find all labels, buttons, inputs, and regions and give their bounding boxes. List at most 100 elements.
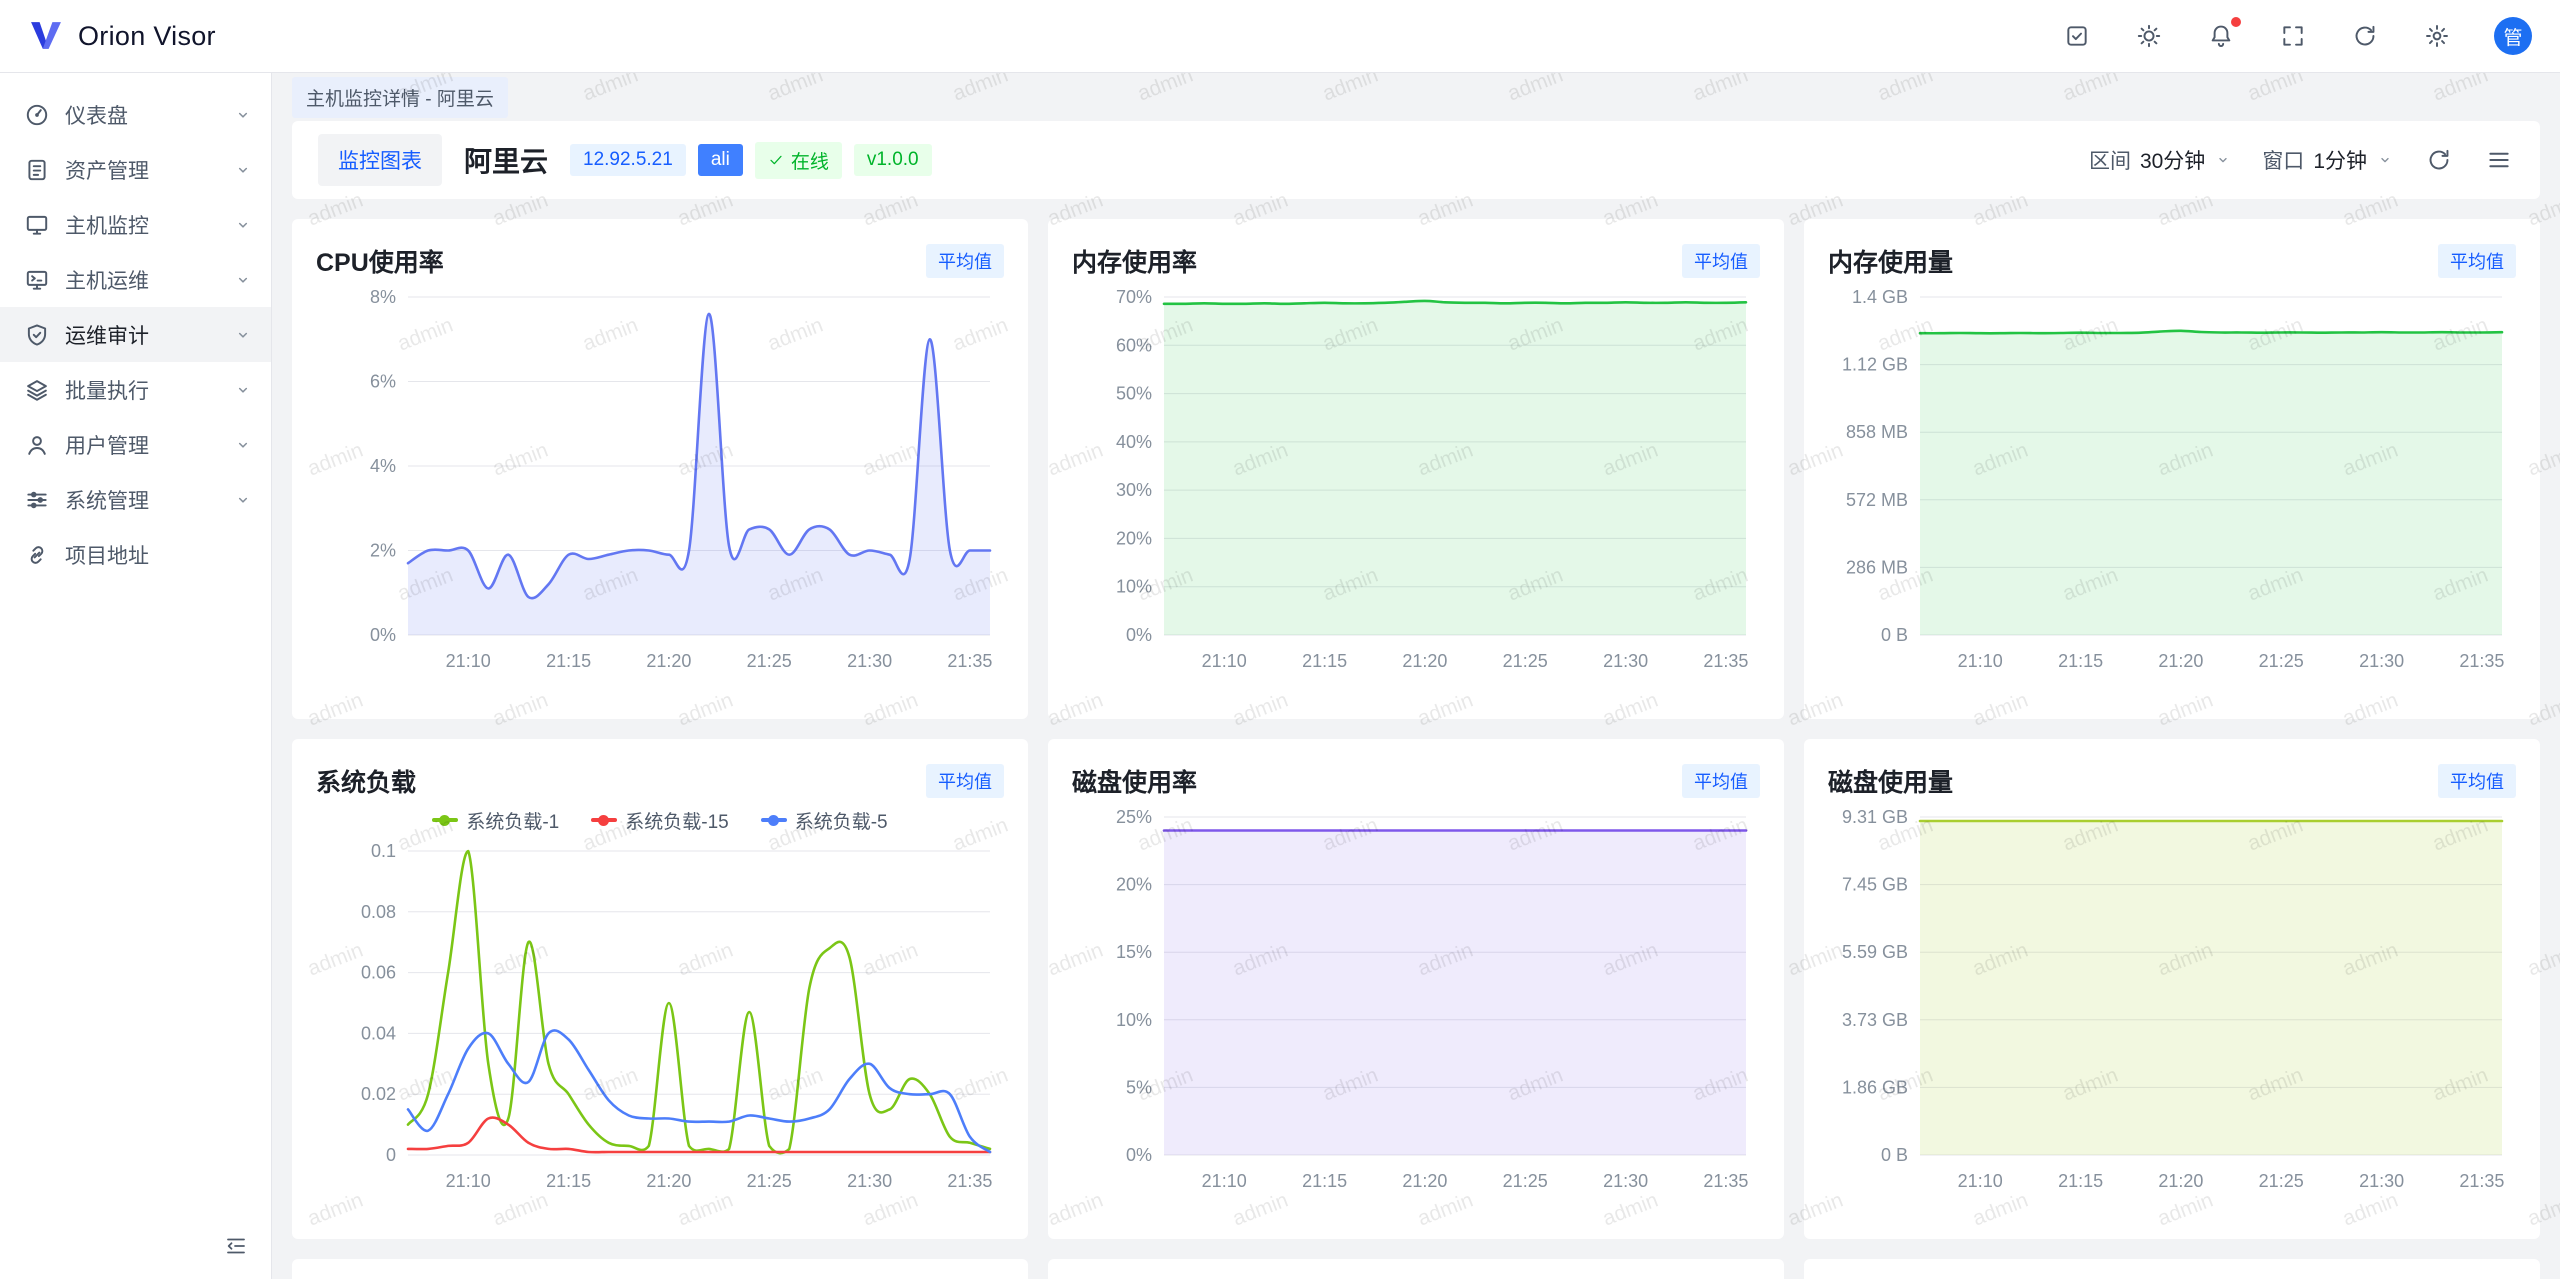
- legend-item[interactable]: 系统负载-1: [432, 807, 559, 834]
- memory-percent-chart: 0%10%20%30%40%50%60%70%21:1021:1521:2021…: [1072, 283, 1760, 675]
- svg-text:0 B: 0 B: [1881, 1145, 1908, 1165]
- chevron-down-icon: [233, 215, 253, 235]
- breadcrumb-item[interactable]: 主机监控详情 - 阿里云: [292, 77, 508, 118]
- system-load-legend: 系统负载-1 系统负载-15 系统负载-5: [316, 803, 1004, 837]
- disk-amount-chart: 0 B1.86 GB3.73 GB5.59 GB7.45 GB9.31 GB21…: [1828, 803, 2516, 1195]
- sidebar-item-dashboard[interactable]: 仪表盘: [0, 87, 271, 142]
- svg-text:21:10: 21:10: [446, 1171, 491, 1191]
- svg-text:858 MB: 858 MB: [1846, 422, 1908, 442]
- topbar-actions: 管: [2062, 17, 2532, 55]
- chart-card-system-load: 系统负载 平均值 系统负载-1系统负载-15系统负载-5 00.020.040.…: [292, 739, 1028, 1239]
- svg-text:8%: 8%: [370, 287, 396, 307]
- svg-text:21:25: 21:25: [747, 1171, 792, 1191]
- svg-text:25%: 25%: [1116, 807, 1152, 827]
- avg-badge: 平均值: [1682, 764, 1760, 798]
- interval-select[interactable]: 区间 30分钟: [2089, 145, 2232, 175]
- user-icon: [24, 432, 50, 458]
- main-content: adminadminadminadminadminadminadminadmin…: [272, 73, 2560, 1279]
- svg-text:21:35: 21:35: [947, 1171, 992, 1191]
- fullscreen-icon[interactable]: [2278, 21, 2308, 51]
- user-avatar[interactable]: 管: [2494, 17, 2532, 55]
- svg-text:60%: 60%: [1116, 335, 1152, 355]
- settings-gear-icon[interactable]: [2422, 21, 2452, 51]
- svg-text:21:35: 21:35: [947, 651, 992, 671]
- svg-text:21:30: 21:30: [2359, 651, 2404, 671]
- svg-text:21:10: 21:10: [1958, 651, 2003, 671]
- window-value: 1分钟: [2313, 145, 2367, 175]
- menu-fold-icon[interactable]: [221, 1231, 251, 1261]
- svg-text:0.08: 0.08: [361, 902, 396, 922]
- chevron-down-icon: [2214, 151, 2232, 169]
- chart-config-icon[interactable]: [2484, 145, 2514, 175]
- sidebar-item-ops-audit[interactable]: 运维审计: [0, 307, 271, 362]
- app-logo: [28, 20, 64, 52]
- notifications-bell-icon[interactable]: [2206, 21, 2236, 51]
- chart-title: 系统负载: [316, 763, 416, 799]
- svg-text:21:35: 21:35: [2459, 651, 2504, 671]
- refresh-icon[interactable]: [2350, 21, 2380, 51]
- topbar: Orion Visor 管: [0, 0, 2560, 73]
- shield-icon: [24, 322, 50, 348]
- legend-item[interactable]: 系统负载-5: [761, 807, 888, 834]
- breadcrumb: 主机监控详情 - 阿里云: [292, 73, 2540, 121]
- legend-item[interactable]: 系统负载-15: [591, 807, 728, 834]
- theme-sun-icon[interactable]: [2134, 21, 2164, 51]
- host-tags: 12.92.5.21ali在线v1.0.0: [570, 142, 932, 179]
- chevron-down-icon: [233, 105, 253, 125]
- chart-refresh-icon[interactable]: [2424, 145, 2454, 175]
- chart-card-disk-percent: 磁盘使用率 平均值 0%5%10%15%20%25%21:1021:1521:2…: [1048, 739, 1784, 1239]
- svg-text:21:35: 21:35: [1703, 1171, 1748, 1191]
- svg-text:21:10: 21:10: [1202, 651, 1247, 671]
- svg-text:21:30: 21:30: [2359, 1171, 2404, 1191]
- sidebar-item-assets[interactable]: 资产管理: [0, 142, 271, 197]
- svg-text:0.04: 0.04: [361, 1023, 396, 1043]
- chart-grid-next-row: [292, 1259, 2540, 1279]
- svg-text:21:15: 21:15: [546, 1171, 591, 1191]
- svg-text:0%: 0%: [1126, 625, 1152, 645]
- svg-text:21:30: 21:30: [847, 1171, 892, 1191]
- sidebar-item-project-link[interactable]: 项目地址: [0, 527, 271, 582]
- sidebar-item-system-mgmt[interactable]: 系统管理: [0, 472, 271, 527]
- svg-text:0.1: 0.1: [371, 841, 396, 861]
- sidebar-item-host-monitor[interactable]: 主机监控: [0, 197, 271, 252]
- avg-badge: 平均值: [926, 244, 1004, 278]
- svg-text:5%: 5%: [1126, 1077, 1152, 1097]
- avg-badge: 平均值: [1682, 244, 1760, 278]
- chart-title: 内存使用量: [1828, 243, 1953, 279]
- file-icon: [24, 157, 50, 183]
- chevron-down-icon: [233, 270, 253, 290]
- svg-text:21:20: 21:20: [1402, 651, 1447, 671]
- svg-text:21:30: 21:30: [847, 651, 892, 671]
- sidebar-item-label: 系统管理: [65, 485, 218, 515]
- svg-text:70%: 70%: [1116, 287, 1152, 307]
- svg-text:572 MB: 572 MB: [1846, 490, 1908, 510]
- svg-text:40%: 40%: [1116, 432, 1152, 452]
- chart-card-stub: [1804, 1259, 2540, 1279]
- sidebar-item-label: 用户管理: [65, 430, 218, 460]
- host-tag: 12.92.5.21: [570, 144, 686, 176]
- monitor-icon: [24, 212, 50, 238]
- sidebar-item-user-mgmt[interactable]: 用户管理: [0, 417, 271, 472]
- monitor-chart-tab[interactable]: 监控图表: [318, 134, 442, 186]
- chart-card-stub: [1048, 1259, 1784, 1279]
- chevron-down-icon: [233, 325, 253, 345]
- sidebar: 仪表盘资产管理主机监控主机运维运维审计批量执行用户管理系统管理项目地址: [0, 73, 272, 1279]
- svg-text:21:15: 21:15: [2058, 651, 2103, 671]
- chart-title: 内存使用率: [1072, 243, 1197, 279]
- svg-text:21:10: 21:10: [1202, 1171, 1247, 1191]
- sidebar-item-label: 批量执行: [65, 375, 218, 405]
- cpu-usage-chart: 0%2%4%6%8%21:1021:1521:2021:2521:3021:35: [316, 283, 1004, 675]
- sidebar-item-label: 资产管理: [65, 155, 218, 185]
- system-load-chart: 00.020.040.060.080.121:1021:1521:2021:25…: [316, 837, 1004, 1195]
- svg-text:21:10: 21:10: [446, 651, 491, 671]
- desktop-icon: [24, 267, 50, 293]
- sidebar-item-host-ops[interactable]: 主机运维: [0, 252, 271, 307]
- window-select[interactable]: 窗口 1分钟: [2262, 145, 2394, 175]
- svg-text:21:35: 21:35: [1703, 651, 1748, 671]
- svg-text:3.73 GB: 3.73 GB: [1842, 1010, 1908, 1030]
- avg-badge: 平均值: [2438, 244, 2516, 278]
- tasks-check-icon[interactable]: [2062, 21, 2092, 51]
- svg-text:21:25: 21:25: [2259, 651, 2304, 671]
- svg-text:21:20: 21:20: [2158, 1171, 2203, 1191]
- sidebar-item-batch-exec[interactable]: 批量执行: [0, 362, 271, 417]
